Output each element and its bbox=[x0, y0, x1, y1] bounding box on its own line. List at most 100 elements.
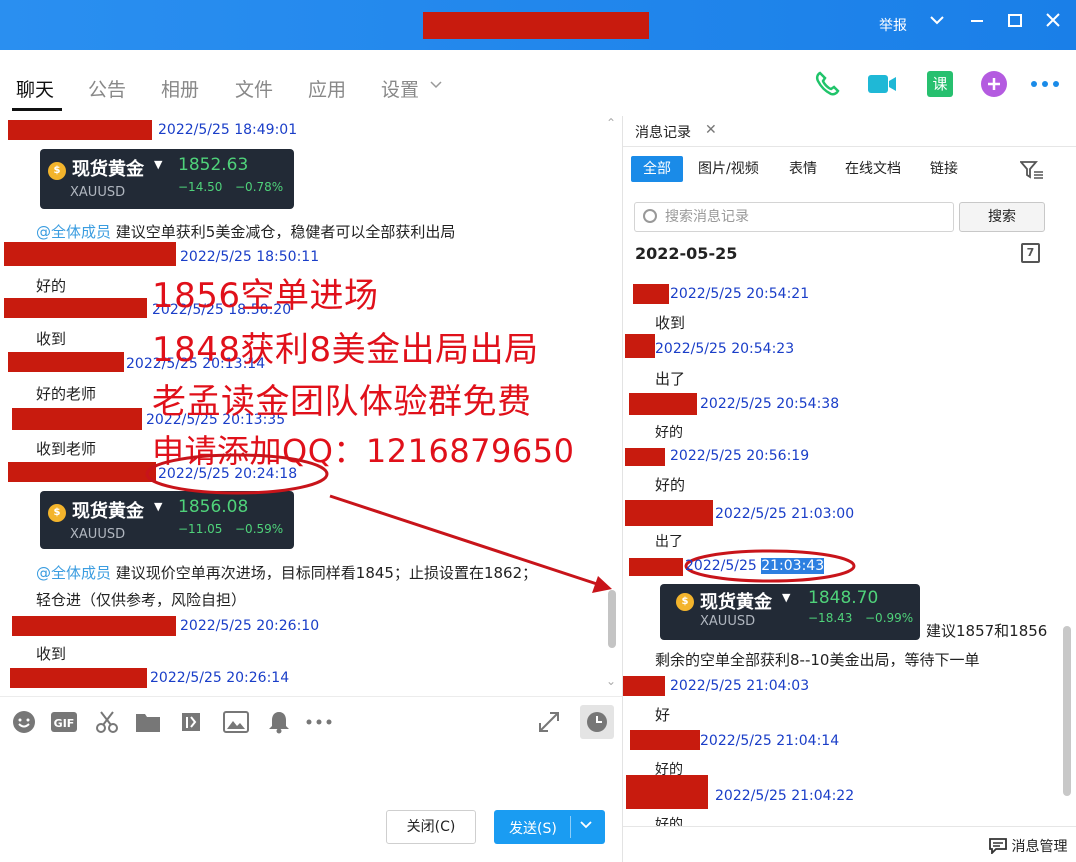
calendar-icon[interactable]: 7 bbox=[1021, 243, 1040, 263]
card-percent: −0.99% bbox=[865, 611, 914, 625]
filter-media[interactable]: 图片/视频 bbox=[698, 156, 759, 182]
message-text: 收到 bbox=[36, 330, 67, 348]
history-time: 2022/5/25 21:04:03 bbox=[670, 678, 810, 694]
emoji-icon[interactable] bbox=[11, 709, 37, 735]
send-options-chevron-icon[interactable] bbox=[580, 818, 592, 833]
filter-all[interactable]: 全部 bbox=[631, 156, 683, 182]
gold-price-card[interactable]: $ 现货黄金 ▼ XAUUSD 1848.70 −18.43 −0.99% bbox=[660, 584, 920, 640]
history-time: 2022/5/25 20:54:38 bbox=[700, 396, 840, 412]
history-time-highlighted[interactable]: 2022/5/25 21:03:43 bbox=[685, 558, 825, 574]
scissors-icon[interactable] bbox=[94, 709, 120, 735]
send-button[interactable]: 发送(S) bbox=[494, 810, 605, 844]
history-tab[interactable]: 消息记录 bbox=[635, 122, 691, 142]
clock-icon[interactable] bbox=[580, 705, 614, 739]
plus-icon[interactable] bbox=[978, 68, 1010, 100]
chat-manage-icon bbox=[989, 838, 1007, 856]
card-change: −14.50 bbox=[178, 180, 223, 194]
maximize-icon[interactable] bbox=[1003, 12, 1027, 33]
card-caret-icon: ▼ bbox=[154, 158, 163, 171]
card-change: −11.05 bbox=[178, 522, 223, 536]
message-time: 2022/5/25 20:26:10 bbox=[180, 618, 320, 634]
history-search-button[interactable]: 搜索 bbox=[959, 202, 1045, 232]
bell-icon[interactable] bbox=[266, 709, 292, 735]
tab-files[interactable]: 文件 bbox=[235, 75, 273, 102]
history-text: 剩余的空单全部获利8--10美金出局，等待下一单 bbox=[655, 651, 980, 669]
phone-icon[interactable] bbox=[811, 68, 843, 100]
history-text: 建议1857和1856 bbox=[926, 622, 1048, 640]
card-name: 现货黄金 bbox=[72, 501, 144, 522]
history-text: 好的 bbox=[655, 425, 683, 441]
tab-underline bbox=[12, 108, 62, 111]
selected-text: 21:03:43 bbox=[761, 558, 825, 574]
card-symbol: XAUUSD bbox=[70, 185, 126, 200]
history-text: 收到 bbox=[655, 314, 686, 332]
chat-scrollbar[interactable] bbox=[608, 590, 616, 648]
filter-docs[interactable]: 在线文档 bbox=[845, 156, 901, 182]
tab-apps[interactable]: 应用 bbox=[308, 75, 346, 102]
filter-emoji[interactable]: 表情 bbox=[789, 156, 817, 182]
sender-redaction bbox=[629, 558, 683, 576]
mention[interactable]: @全体成员 bbox=[36, 223, 111, 241]
history-scrollbar[interactable] bbox=[1063, 626, 1071, 796]
title-redaction bbox=[423, 12, 649, 39]
message-text: 轻仓进（仅供参考，风险自担） bbox=[36, 591, 247, 609]
card-change: −18.43 bbox=[808, 611, 853, 625]
filter-settings-icon[interactable] bbox=[1019, 160, 1044, 184]
sender-redaction bbox=[4, 242, 176, 266]
card-percent: −0.78% bbox=[235, 180, 284, 194]
svg-text:GIF: GIF bbox=[54, 717, 75, 730]
history-text: 出了 bbox=[655, 370, 686, 388]
gold-price-card[interactable]: $ 现货黄金 ▼ XAUUSD 1852.63 −14.50 −0.78% bbox=[40, 149, 294, 209]
history-time: 2022/5/25 20:54:23 bbox=[655, 341, 795, 357]
message-text: 好的 bbox=[36, 277, 67, 295]
card-caret-icon: ▼ bbox=[782, 591, 791, 604]
expand-icon[interactable] bbox=[536, 709, 562, 735]
history-time: 2022/5/25 21:04:22 bbox=[715, 788, 855, 804]
sender-redaction bbox=[625, 448, 665, 466]
history-time: 2022/5/25 20:54:21 bbox=[670, 286, 810, 302]
scroll-up-icon[interactable]: ⌃ bbox=[606, 116, 616, 130]
message-manage-button[interactable]: 消息管理 bbox=[989, 836, 1067, 856]
tab-album[interactable]: 相册 bbox=[161, 75, 199, 102]
scroll-down-icon[interactable]: ⌄ bbox=[606, 674, 616, 688]
minimize-icon[interactable] bbox=[965, 12, 989, 33]
tab-chat[interactable]: 聊天 bbox=[16, 75, 54, 102]
history-close-icon[interactable]: ✕ bbox=[705, 122, 717, 138]
folder-icon[interactable] bbox=[135, 709, 161, 735]
overlay-text: 1856空单进场 bbox=[152, 276, 379, 316]
card-price: 1852.63 bbox=[178, 155, 249, 175]
gif-icon[interactable]: GIF bbox=[51, 709, 77, 735]
message-time: 2022/5/25 18:50:11 bbox=[180, 249, 320, 265]
history-search-input[interactable]: 搜索消息记录 bbox=[634, 202, 954, 232]
overlay-text: 1848获利8美金出局出局 bbox=[152, 330, 539, 370]
search-icon bbox=[643, 209, 657, 223]
settings-chevron-icon[interactable] bbox=[430, 78, 442, 94]
video-icon[interactable] bbox=[866, 68, 898, 100]
filter-links[interactable]: 链接 bbox=[930, 156, 958, 182]
gold-coin-icon: $ bbox=[48, 162, 66, 180]
more-icon[interactable] bbox=[1029, 68, 1061, 100]
image-icon[interactable] bbox=[223, 709, 249, 735]
document-icon[interactable] bbox=[178, 709, 204, 735]
history-text: 好的 bbox=[655, 817, 683, 826]
sender-redaction bbox=[623, 676, 665, 696]
close-button[interactable]: 关闭(C) bbox=[386, 810, 476, 844]
chevron-down-icon[interactable] bbox=[925, 12, 949, 33]
gold-price-card[interactable]: $ 现货黄金 ▼ XAUUSD 1856.08 −11.05 −0.59% bbox=[40, 491, 294, 549]
history-list[interactable]: 2022/5/25 20:54:21 收到 2022/5/25 20:54:23… bbox=[623, 266, 1076, 826]
sender-redaction bbox=[8, 120, 152, 140]
message-text: @全体成员 建议现价空单再次进场，目标同样看1845；止损设置在1862； bbox=[36, 564, 538, 582]
message-input[interactable] bbox=[0, 746, 622, 802]
tab-announcement[interactable]: 公告 bbox=[88, 75, 126, 102]
tab-settings[interactable]: 设置 bbox=[381, 75, 419, 102]
card-percent: −0.59% bbox=[235, 522, 284, 536]
history-text: 出了 bbox=[655, 534, 683, 550]
message-text: 收到老师 bbox=[36, 440, 97, 458]
card-price: 1848.70 bbox=[808, 588, 879, 608]
more-tools-icon[interactable] bbox=[306, 709, 332, 735]
report-button[interactable]: 举报 bbox=[879, 15, 907, 35]
close-icon[interactable] bbox=[1041, 12, 1065, 33]
mention[interactable]: @全体成员 bbox=[36, 564, 111, 582]
title-bar: 举报 bbox=[0, 0, 1076, 50]
course-icon[interactable]: 课 bbox=[924, 68, 956, 100]
